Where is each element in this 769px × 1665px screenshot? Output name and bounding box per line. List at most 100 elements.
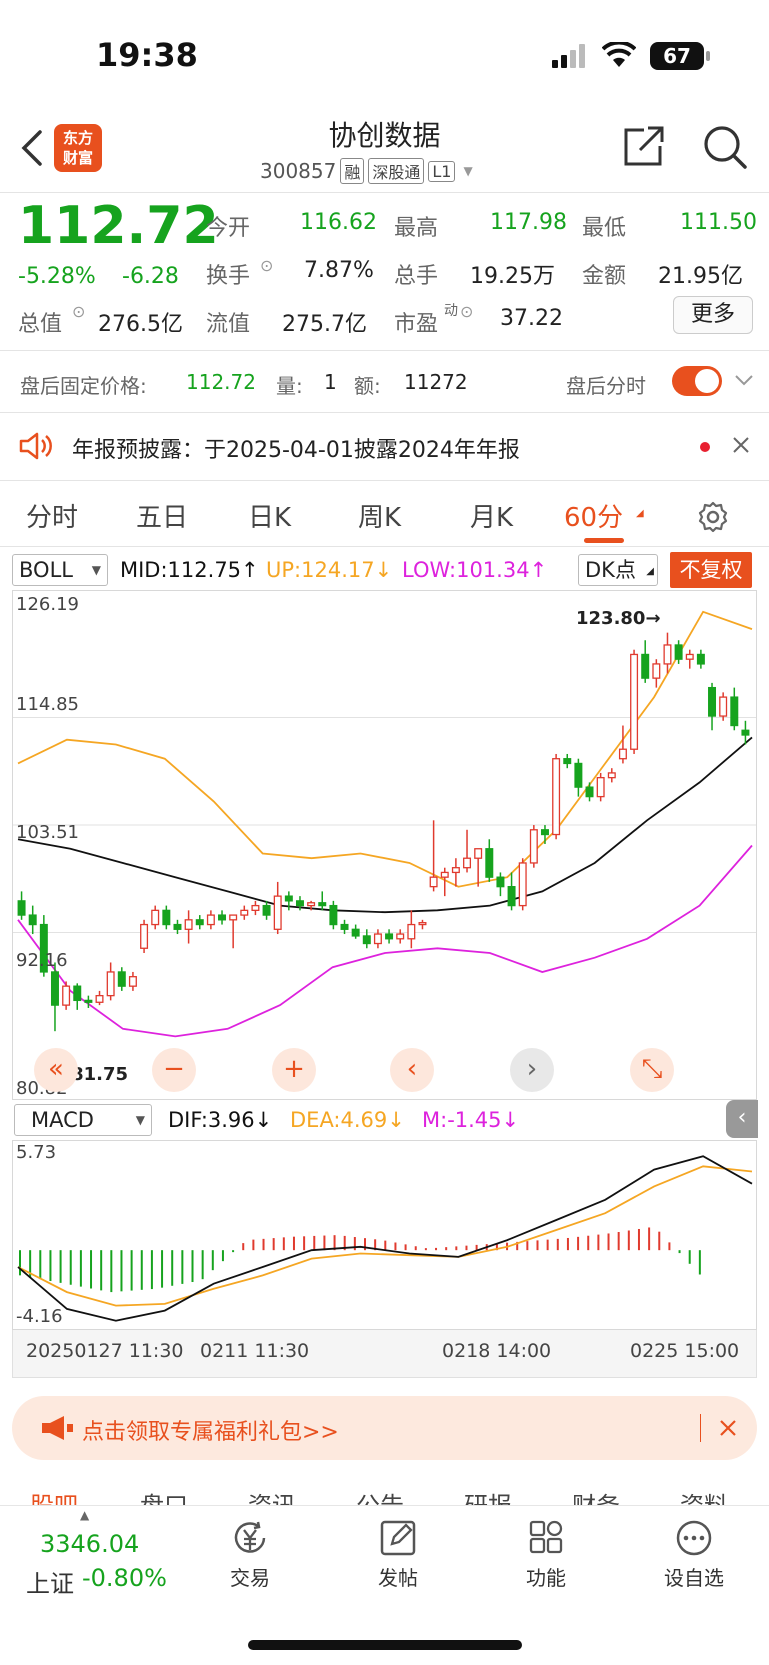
divider: [0, 192, 769, 193]
info-icon[interactable]: ⊙: [72, 302, 85, 321]
candle-body: [106, 971, 115, 997]
candle-body: [62, 985, 71, 1006]
search-icon[interactable]: [702, 124, 748, 174]
more-button[interactable]: 更多: [673, 296, 753, 334]
close-icon[interactable]: [732, 436, 750, 458]
tab-five-day[interactable]: 五日: [136, 497, 188, 534]
current-price: 112.72: [18, 196, 219, 256]
amount-label: 金额: [582, 264, 627, 289]
candle-body: [418, 922, 427, 926]
candle-body: [685, 653, 694, 660]
tab-finance[interactable]: 财务: [572, 1490, 620, 1505]
tab-pankou[interactable]: 盘口: [140, 1490, 188, 1505]
promo-banner[interactable]: 点击领取专属福利礼包>>: [12, 1396, 757, 1460]
after-amt-label: 额:: [354, 374, 381, 398]
chevron-down-icon[interactable]: [734, 372, 754, 391]
tab-profile[interactable]: 资料: [680, 1490, 728, 1505]
battery-tip: [706, 51, 710, 61]
candle-body: [540, 829, 549, 836]
tab-research[interactable]: 研报: [464, 1490, 512, 1505]
time-axis-label-1: 20250127 11:30: [26, 1340, 184, 1362]
candle-body: [206, 914, 215, 926]
nav-functions-label: 功能: [526, 1566, 566, 1590]
index-change[interactable]: -0.80%: [82, 1564, 167, 1592]
tab-60min-corner: ◢: [636, 508, 644, 519]
tab-60min[interactable]: 60分: [564, 497, 623, 534]
candle-body: [373, 933, 382, 945]
share-icon[interactable]: [622, 124, 666, 172]
nav-post-label: 发帖: [378, 1566, 418, 1590]
info-icon[interactable]: ⊙: [460, 302, 473, 321]
nav-watchlist[interactable]: 设自选: [656, 1518, 732, 1591]
tab-day-k[interactable]: 日K: [248, 497, 291, 534]
notice-text[interactable]: 年报预披露：于2025-04-01披露2024年年报: [72, 432, 520, 464]
nav-trade[interactable]: 交易: [220, 1518, 280, 1591]
yen-icon: [234, 1521, 266, 1553]
candle-body: [630, 653, 639, 750]
candle-body: [618, 748, 627, 760]
adjust-button[interactable]: 不复权: [670, 552, 752, 588]
candle-body: [229, 914, 238, 921]
macd-chart[interactable]: [12, 1140, 757, 1330]
after-hours-toggle[interactable]: [672, 366, 722, 396]
volume-value: 19.25万: [470, 264, 555, 289]
dk-point-button[interactable]: DK点 ◢: [578, 554, 658, 586]
zoom-in-button[interactable]: +: [272, 1048, 316, 1092]
time-axis-label-2: 0211 11:30: [200, 1340, 310, 1362]
kline-chart[interactable]: [12, 590, 757, 1100]
candle-body: [474, 848, 483, 859]
grid-icon: [529, 1520, 563, 1554]
change-pct: -5.28%: [18, 264, 96, 289]
detail-tabs: 股吧 盘口 资讯 公告 研报 财务 资料: [0, 1490, 769, 1505]
candle-body: [117, 971, 126, 987]
tab-month-k[interactable]: 月K: [470, 497, 513, 534]
pe-superscript: 动: [444, 303, 458, 319]
after-vol-value: 1: [324, 370, 337, 394]
corner-icon: ◢: [646, 566, 654, 577]
tab-announce[interactable]: 公告: [356, 1490, 404, 1505]
nav-functions[interactable]: 功能: [516, 1518, 576, 1591]
tab-week-k[interactable]: 周K: [358, 497, 401, 534]
nav-watchlist-label: 设自选: [664, 1566, 724, 1590]
boll-lower-line: [17, 844, 753, 1038]
tab-guba[interactable]: 股吧: [30, 1490, 78, 1505]
speaker-icon: [18, 430, 54, 466]
index-name[interactable]: 上证: [26, 1564, 74, 1599]
main-indicator-select[interactable]: BOLL ▼: [12, 554, 108, 586]
stock-code-row[interactable]: 300857 融 深股通 L1 ▼: [260, 158, 473, 184]
tab-news[interactable]: 资讯: [248, 1490, 296, 1505]
price-axis-4: 92.16: [16, 950, 68, 971]
candle-body: [496, 876, 505, 888]
zoom-out-button[interactable]: −: [152, 1048, 196, 1092]
candle-body: [240, 909, 249, 916]
index-value[interactable]: 3346.04: [40, 1530, 139, 1558]
candle-body: [195, 919, 204, 926]
collapse-panel-button[interactable]: ‹: [726, 1100, 758, 1138]
sub-indicator-select[interactable]: MACD ▼: [14, 1104, 152, 1136]
close-icon[interactable]: [718, 1418, 738, 1442]
caret-up-icon: ▲: [80, 1508, 90, 1522]
scroll-left-fast-button[interactable]: «: [34, 1048, 78, 1092]
boll-mid: MID:112.75↑: [120, 558, 259, 582]
fullscreen-button[interactable]: ⤡: [630, 1048, 674, 1092]
price-axis-max: 126.19: [16, 594, 79, 615]
macd-dif-line: [17, 1155, 753, 1322]
float-value: 275.7亿: [282, 312, 367, 337]
candle-body: [284, 895, 293, 902]
nav-post[interactable]: 发帖: [368, 1518, 428, 1591]
candle-body: [173, 923, 182, 930]
gear-icon[interactable]: [696, 500, 730, 541]
candle-body: [529, 829, 538, 864]
after-price-label: 盘后固定价格:: [20, 374, 147, 398]
candle-body: [451, 867, 460, 874]
tag-connect: 深股通: [368, 158, 425, 184]
promo-text: 点击领取专属福利礼包>>: [82, 1420, 339, 1445]
scroll-left-button[interactable]: ‹: [390, 1048, 434, 1092]
candle-body: [574, 762, 583, 788]
candle-body: [741, 729, 750, 736]
candle-body: [262, 904, 271, 916]
scroll-right-button[interactable]: ›: [510, 1048, 554, 1092]
tab-intraday[interactable]: 分时: [26, 497, 78, 534]
macd-axis-max: 5.73: [16, 1142, 57, 1163]
info-icon[interactable]: ⊙: [260, 256, 273, 275]
